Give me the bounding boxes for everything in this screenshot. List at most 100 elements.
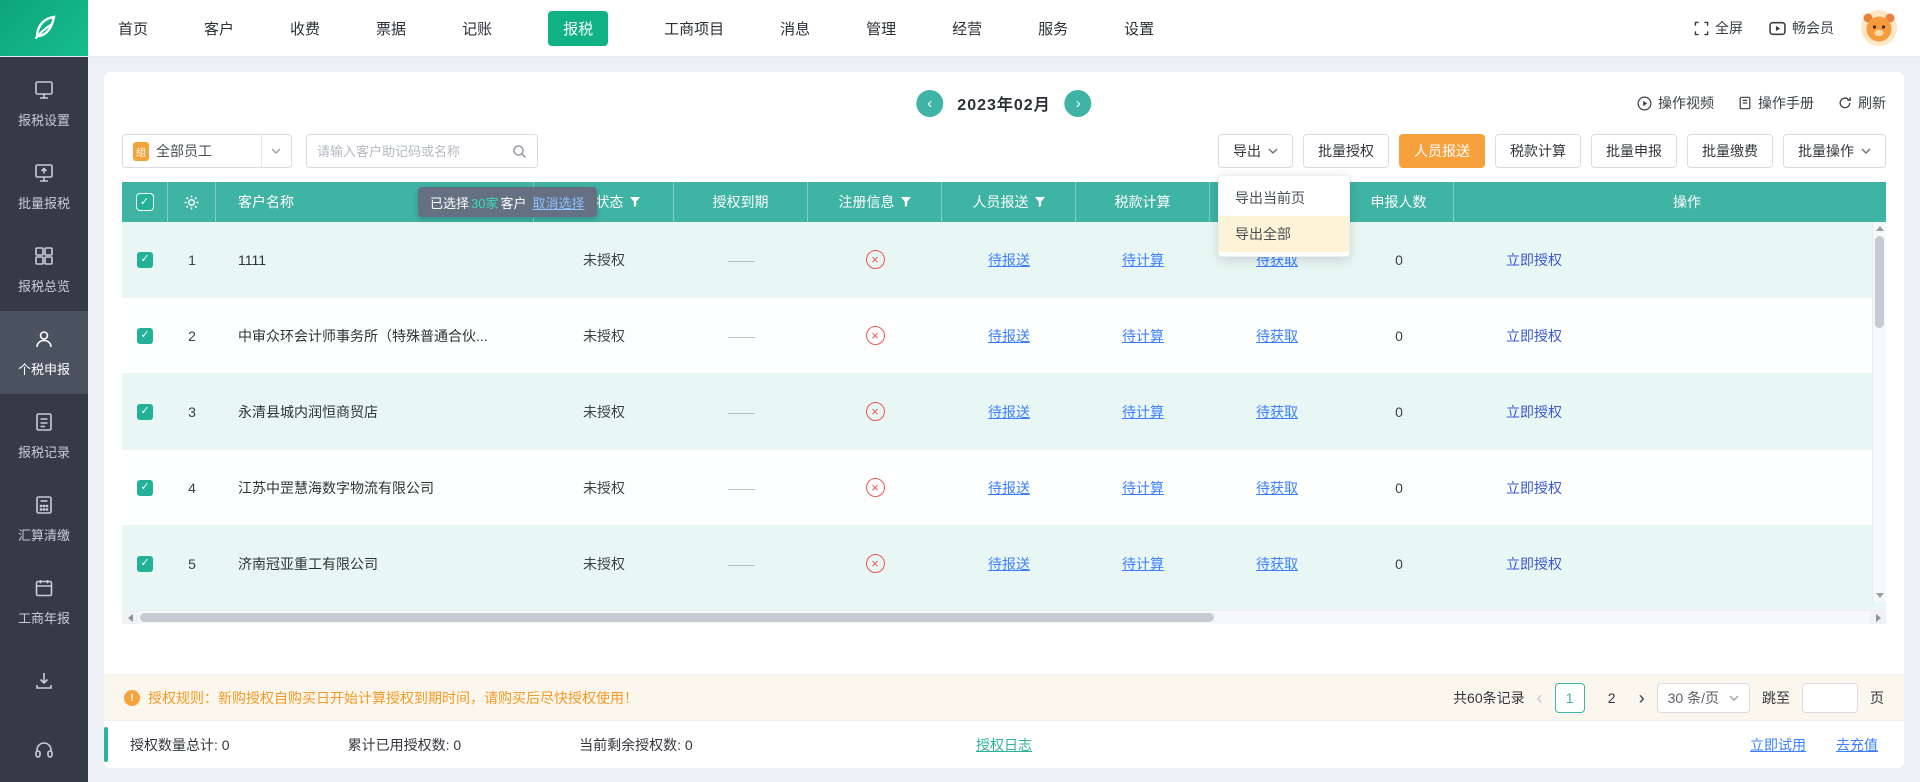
select-all-checkbox[interactable] bbox=[136, 194, 153, 210]
sidebar-item-settlement[interactable]: 汇算清缴 bbox=[0, 477, 88, 560]
unregistered-icon: × bbox=[865, 250, 885, 269]
authorize-now-link[interactable]: 立即授权 bbox=[1506, 250, 1562, 270]
sidebar-item-personal-tax[interactable]: 个税申报 bbox=[0, 311, 88, 395]
operation-video-button[interactable]: 操作视频 bbox=[1637, 93, 1714, 113]
row-checkbox[interactable] bbox=[137, 327, 153, 344]
next-month-button[interactable]: › bbox=[1064, 89, 1092, 117]
report-status-link[interactable]: 待报送 bbox=[988, 478, 1030, 498]
cancel-selection-link[interactable]: 取消选择 bbox=[533, 193, 585, 212]
horizontal-scrollbar[interactable] bbox=[122, 610, 1886, 624]
calc-status-link[interactable]: 待计算 bbox=[1122, 554, 1164, 574]
row-checkbox[interactable] bbox=[137, 403, 153, 420]
nav-item-home[interactable]: 首页 bbox=[118, 18, 148, 39]
authorize-now-link[interactable]: 立即授权 bbox=[1506, 326, 1562, 346]
filter-icon[interactable] bbox=[629, 197, 640, 207]
warning-icon: ! bbox=[124, 689, 140, 706]
export-label: 导出 bbox=[1233, 143, 1261, 159]
sidebar-item-annual-report[interactable]: 工商年报 bbox=[0, 560, 88, 643]
report-status-link[interactable]: 待报送 bbox=[988, 250, 1030, 270]
auth-expiry: —— bbox=[728, 251, 755, 268]
authorize-now-link[interactable]: 立即授权 bbox=[1506, 402, 1562, 422]
main-menu: 首页 客户 收费 票据 记账 报税 工商项目 消息 管理 经营 服务 设置 bbox=[118, 10, 1154, 46]
scroll-left-arrow[interactable] bbox=[122, 611, 138, 624]
search-icon[interactable] bbox=[512, 144, 527, 159]
fullscreen-button[interactable]: 全屏 bbox=[1694, 18, 1743, 38]
row-checkbox[interactable] bbox=[137, 479, 153, 496]
nav-item-customers[interactable]: 客户 bbox=[204, 18, 234, 39]
horizontal-scrollbar-thumb[interactable] bbox=[140, 613, 1214, 622]
calc-status-link[interactable]: 待计算 bbox=[1122, 250, 1164, 270]
export-current-page-option[interactable]: 导出当前页 bbox=[1219, 180, 1349, 216]
nav-item-billing[interactable]: 收费 bbox=[290, 18, 320, 39]
row-checkbox[interactable] bbox=[137, 251, 153, 268]
operation-manual-button[interactable]: 操作手册 bbox=[1738, 93, 1814, 113]
batch-operations-button[interactable]: 批量操作 bbox=[1783, 134, 1886, 168]
calc-status-link[interactable]: 待计算 bbox=[1122, 326, 1164, 346]
nav-item-settings[interactable]: 设置 bbox=[1124, 18, 1154, 39]
operation-manual-label: 操作手册 bbox=[1758, 95, 1814, 111]
previous-month-button[interactable]: ‹ bbox=[916, 89, 944, 117]
nav-item-operations[interactable]: 经营 bbox=[952, 18, 982, 39]
nav-item-invoices[interactable]: 票据 bbox=[376, 18, 406, 39]
jump-page-input[interactable] bbox=[1802, 682, 1858, 713]
nav-item-messages[interactable]: 消息 bbox=[780, 18, 810, 39]
user-avatar[interactable] bbox=[1860, 9, 1898, 47]
personnel-report-button[interactable]: 人员报送 bbox=[1399, 134, 1485, 168]
agreement-status-link[interactable]: 待获取 bbox=[1256, 554, 1298, 574]
personal-tax-icon bbox=[36, 330, 52, 347]
trial-now-link[interactable]: 立即试用 bbox=[1750, 735, 1806, 755]
calc-status-link[interactable]: 待计算 bbox=[1122, 402, 1164, 422]
sidebar-label: 报税设置 bbox=[17, 112, 70, 128]
recharge-link[interactable]: 去充值 bbox=[1836, 735, 1878, 755]
vertical-scrollbar[interactable] bbox=[1872, 222, 1886, 602]
page-size-select[interactable]: 30 条/页 bbox=[1656, 682, 1750, 713]
nav-item-business-projects[interactable]: 工商项目 bbox=[664, 18, 724, 39]
sidebar-item-download[interactable] bbox=[0, 649, 88, 712]
sidebar-item-tax-overview[interactable]: 报税总览 bbox=[0, 228, 88, 311]
sidebar-item-tax-records[interactable]: 报税记录 bbox=[0, 394, 88, 477]
agreement-status-link[interactable]: 待获取 bbox=[1256, 478, 1298, 498]
filter-icon[interactable] bbox=[900, 197, 911, 207]
batch-operations-label: 批量操作 bbox=[1798, 143, 1854, 159]
refresh-button[interactable]: 刷新 bbox=[1838, 93, 1886, 113]
search-input[interactable] bbox=[317, 143, 512, 159]
batch-authorize-button[interactable]: 批量授权 bbox=[1303, 134, 1389, 168]
authorize-now-link[interactable]: 立即授权 bbox=[1506, 554, 1562, 574]
employee-filter-select[interactable]: 组 全部员工 bbox=[122, 134, 292, 168]
report-status-link[interactable]: 待报送 bbox=[988, 402, 1030, 422]
nav-item-tax-filing[interactable]: 报税 bbox=[548, 10, 609, 46]
page-2-button[interactable]: 2 bbox=[1597, 683, 1627, 713]
vertical-scrollbar-thumb[interactable] bbox=[1875, 236, 1884, 328]
sidebar-item-batch-tax[interactable]: 批量报税 bbox=[0, 145, 88, 228]
nav-item-services[interactable]: 服务 bbox=[1038, 18, 1068, 39]
page-unit-label: 页 bbox=[1870, 689, 1884, 706]
next-page-button[interactable]: › bbox=[1639, 689, 1645, 707]
jump-to-label: 跳至 bbox=[1762, 689, 1790, 706]
row-checkbox[interactable] bbox=[137, 555, 153, 572]
agreement-status-link[interactable]: 待获取 bbox=[1256, 326, 1298, 346]
report-status-link[interactable]: 待报送 bbox=[988, 554, 1030, 574]
sidebar-item-tax-settings[interactable]: 报税设置 bbox=[0, 62, 88, 145]
batch-pay-button[interactable]: 批量缴费 bbox=[1687, 134, 1773, 168]
report-status-link[interactable]: 待报送 bbox=[988, 326, 1030, 346]
filter-icon[interactable] bbox=[1034, 197, 1045, 207]
nav-item-bookkeeping[interactable]: 记账 bbox=[462, 18, 492, 39]
authorization-log-link[interactable]: 授权日志 bbox=[976, 735, 1032, 755]
customer-name: 江苏中罡慧海数字物流有限公司 bbox=[238, 479, 434, 496]
fullscreen-label: 全屏 bbox=[1715, 20, 1743, 36]
nav-item-management[interactable]: 管理 bbox=[866, 18, 896, 39]
export-all-option[interactable]: 导出全部 bbox=[1219, 216, 1349, 252]
export-button[interactable]: 导出 bbox=[1218, 134, 1293, 168]
tax-calculation-button[interactable]: 税款计算 bbox=[1495, 134, 1581, 168]
batch-declare-button[interactable]: 批量申报 bbox=[1591, 134, 1677, 168]
page-1-button[interactable]: 1 bbox=[1554, 682, 1585, 713]
agreement-status-link[interactable]: 待获取 bbox=[1256, 402, 1298, 422]
previous-page-button[interactable]: ‹ bbox=[1537, 689, 1543, 707]
column-settings-gear-icon[interactable] bbox=[184, 195, 199, 210]
authorize-now-link[interactable]: 立即授权 bbox=[1506, 478, 1562, 498]
sidebar-item-service[interactable] bbox=[0, 719, 88, 782]
scroll-right-arrow[interactable] bbox=[1870, 611, 1886, 624]
calc-status-link[interactable]: 待计算 bbox=[1122, 478, 1164, 498]
pagination: 共60条记录 ‹ 1 2 › 30 条/页 跳至 页 bbox=[1453, 682, 1884, 713]
member-button[interactable]: 畅会员 bbox=[1769, 18, 1834, 38]
